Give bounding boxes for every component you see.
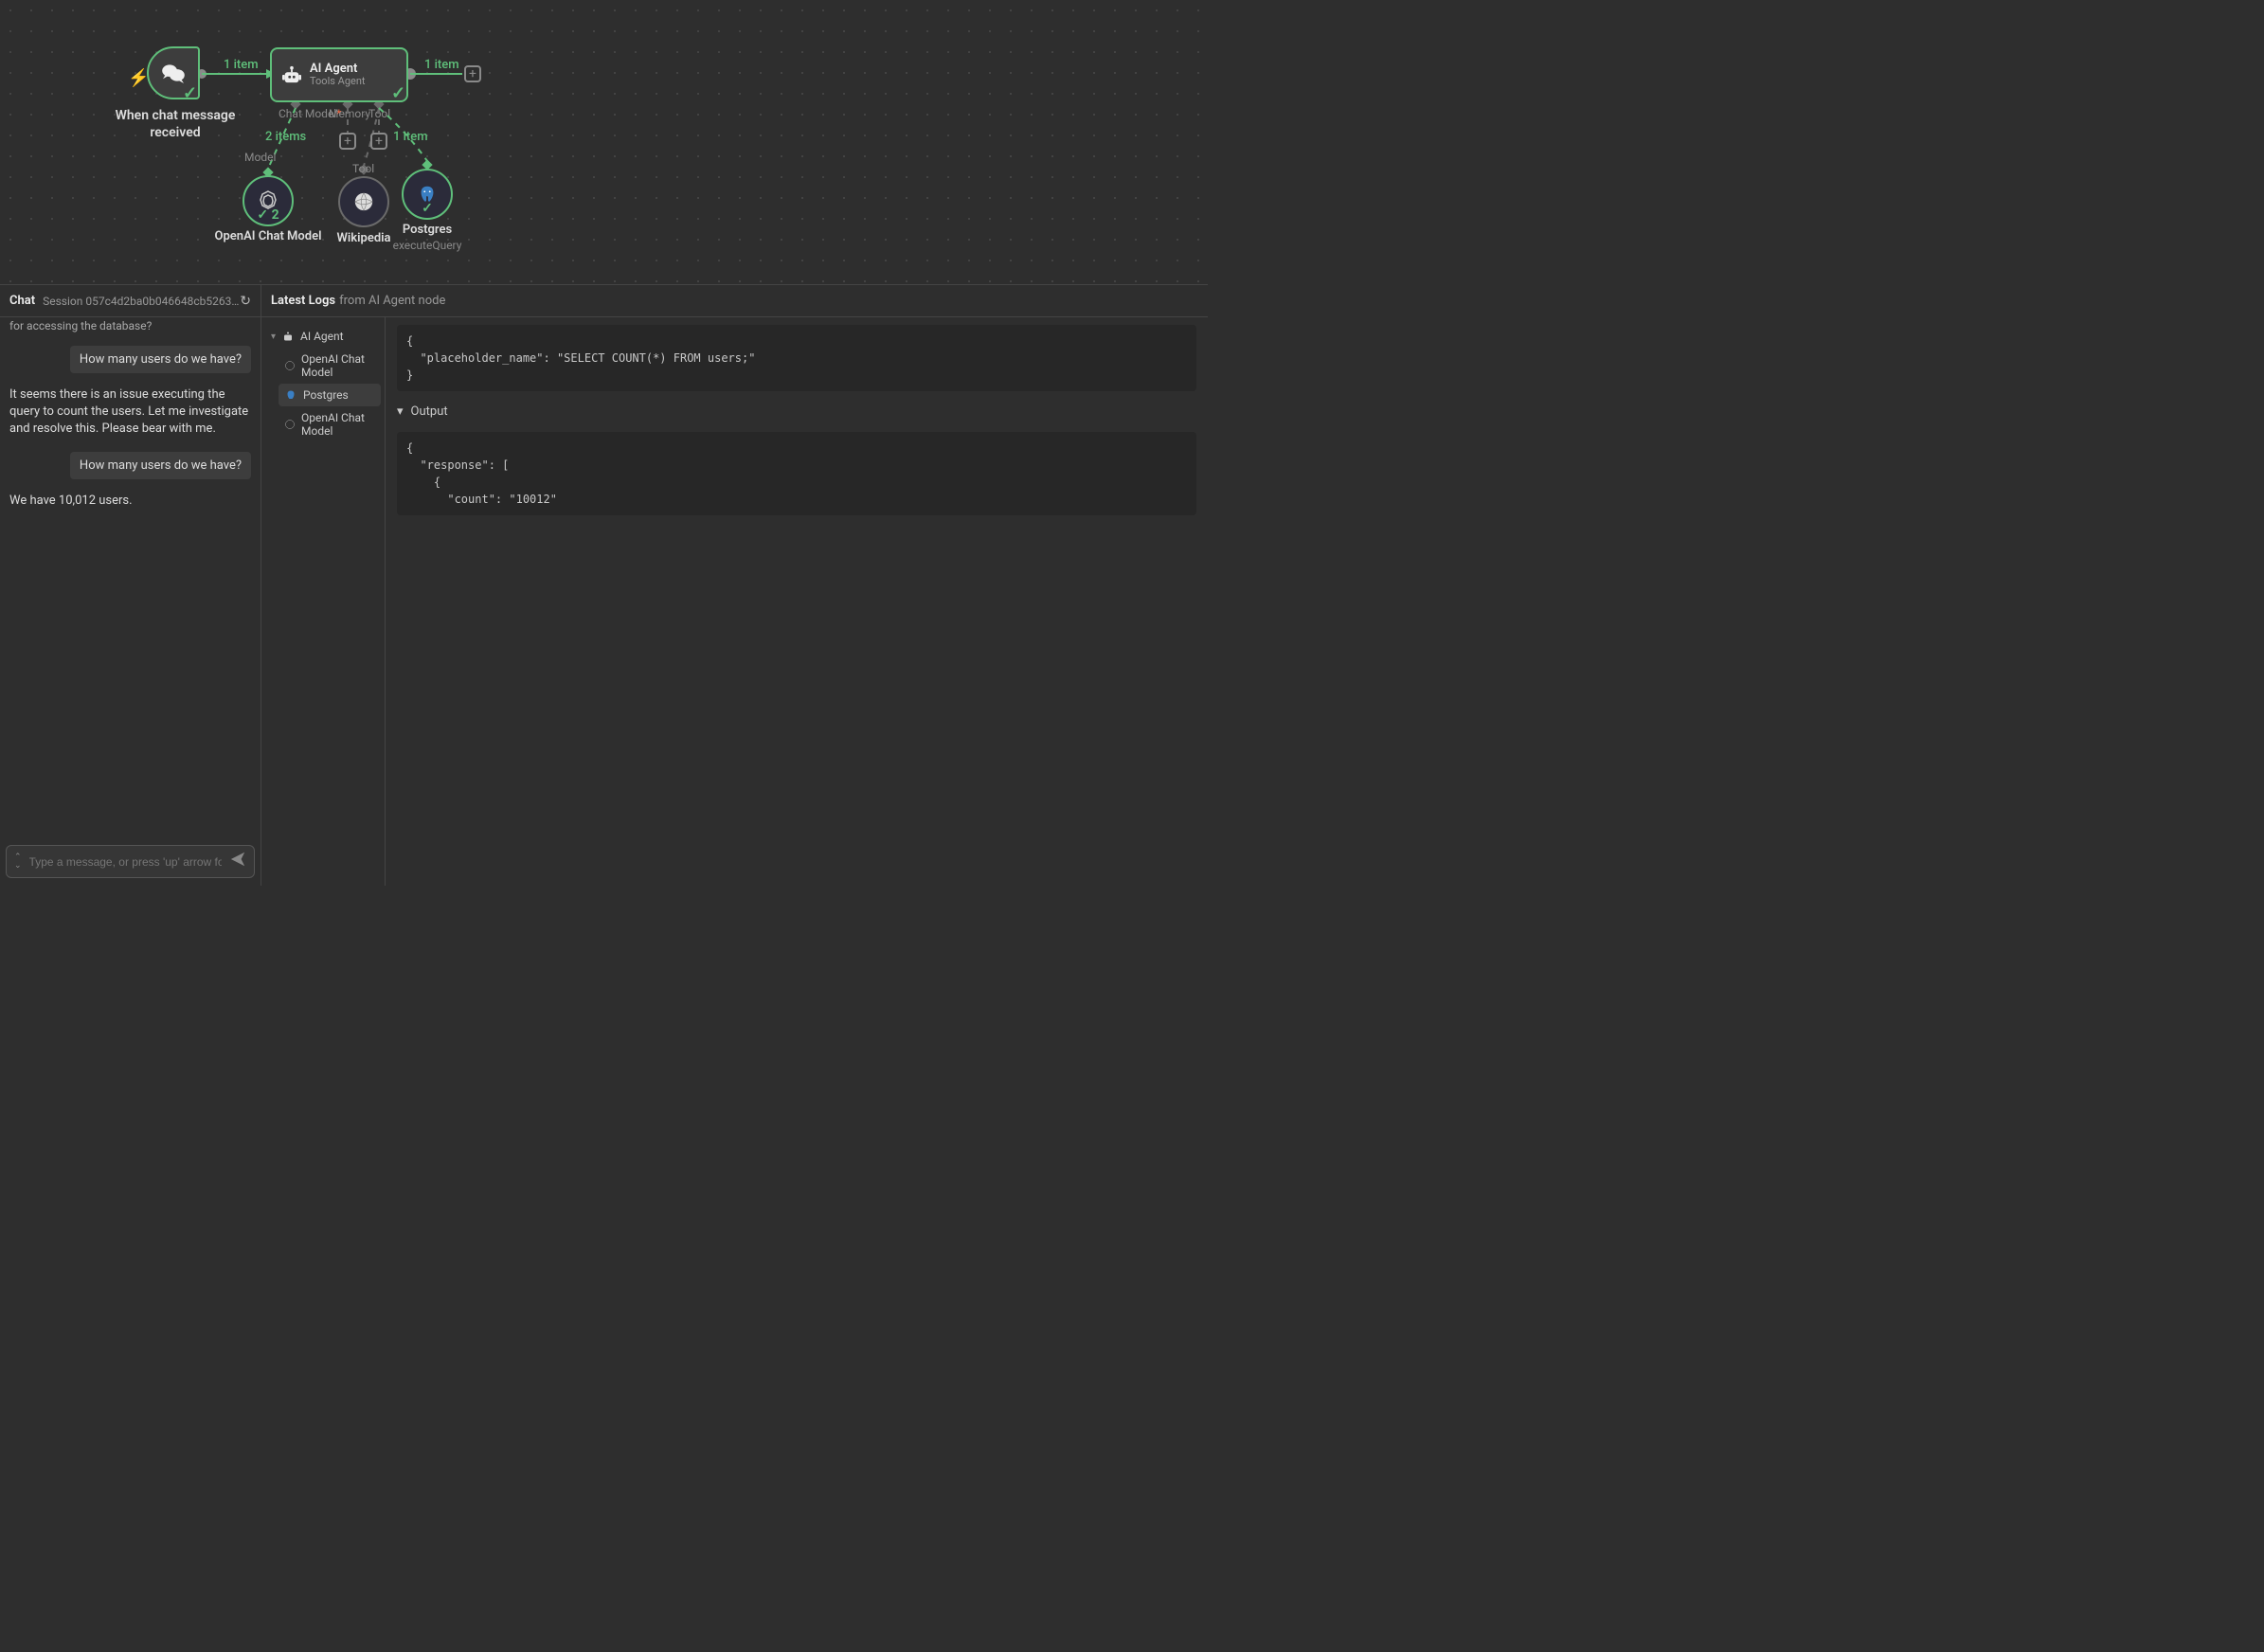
chat-header: Chat Session 057c4d2ba0b046648cb5263088d… (0, 285, 261, 317)
check-icon: ✓ (391, 83, 405, 103)
chevron-down-icon: ▾ (271, 332, 276, 342)
chat-title: Chat (9, 294, 35, 308)
wikipedia-icon (353, 191, 374, 212)
send-button[interactable] (229, 851, 246, 872)
port-label-memory: Memory (329, 107, 370, 120)
agent-title: AI Agent (310, 63, 366, 76)
output-json-block[interactable]: { "response": [ { "count": "10012" (397, 432, 1196, 515)
edge-label-1: 1 item (224, 58, 259, 72)
openai-icon (284, 418, 296, 431)
refresh-session-button[interactable]: ↻ (240, 293, 251, 309)
svg-text:2 items: 2 items (265, 130, 307, 144)
svg-text:1 item: 1 item (393, 130, 428, 144)
check-icon: ✓ 2 (257, 207, 279, 223)
logs-detail: { "placeholder_name": "SELECT COUNT(*) F… (385, 317, 1208, 886)
chat-bubbles-icon (161, 63, 186, 83)
chat-user-message: How many users do we have? (70, 346, 251, 373)
openai-chat-model-node[interactable]: ✓ 2 (243, 175, 294, 226)
chat-messages[interactable]: for accessing the database? How many use… (0, 317, 261, 837)
port-label-chat-model: Chat Model* (279, 107, 341, 120)
wikipedia-node[interactable] (338, 176, 389, 227)
logs-tree: ▾ AI Agent OpenAI Chat Model (261, 317, 385, 886)
chat-input[interactable] (29, 855, 222, 869)
logs-body: ▾ AI Agent OpenAI Chat Model (261, 317, 1208, 886)
postgres-node-label: Postgres executeQuery (342, 223, 512, 255)
chat-agent-message: We have 10,012 users. (9, 493, 251, 510)
robot-icon (281, 330, 295, 343)
history-arrows[interactable]: ⌃ ⌄ (14, 853, 22, 871)
svg-text:Tool: Tool (352, 162, 374, 175)
check-icon: ✓ (183, 83, 197, 103)
tree-item-ai-agent[interactable]: ▾ AI Agent (265, 325, 381, 348)
postgres-icon (284, 388, 297, 402)
add-node-button[interactable]: + (464, 65, 481, 82)
postgres-node[interactable]: ✓ (402, 169, 453, 220)
chat-user-message: How many users do we have? (70, 452, 251, 479)
port-label-tool: Tool (368, 107, 390, 120)
check-icon: ✓ (422, 201, 433, 216)
tree-item-openai-2[interactable]: OpenAI Chat Model (279, 406, 381, 442)
chat-input-container: ⌃ ⌄ (6, 845, 255, 878)
ai-agent-node[interactable]: AI Agent Tools Agent (270, 47, 408, 102)
bottom-panel: Chat Session 057c4d2ba0b046648cb5263088d… (0, 284, 1208, 886)
chat-agent-message: It seems there is an issue executing the… (9, 386, 251, 439)
logs-pane: Latest Logs from AI Agent node ▾ AI Agen… (261, 285, 1208, 886)
tree-item-postgres[interactable]: Postgres (279, 384, 381, 406)
svg-text:Model: Model (244, 151, 276, 164)
tree-item-openai-1[interactable]: OpenAI Chat Model (279, 348, 381, 384)
send-icon (229, 851, 246, 868)
chat-message-cutoff: for accessing the database? (9, 319, 251, 332)
add-tool-button[interactable]: + (370, 133, 387, 150)
agent-subtitle: Tools Agent (310, 76, 366, 87)
openai-icon (284, 359, 296, 372)
output-section-header[interactable]: ▾ Output (397, 404, 1196, 419)
add-memory-button[interactable]: + (339, 133, 356, 150)
logs-header: Latest Logs from AI Agent node (261, 285, 1208, 317)
chevron-down-icon: ⌄ (14, 862, 22, 871)
robot-icon (281, 65, 302, 84)
input-json-block[interactable]: { "placeholder_name": "SELECT COUNT(*) F… (397, 325, 1196, 391)
chevron-down-icon: ▾ (397, 404, 404, 419)
trigger-node-label: When chat message received (90, 107, 261, 141)
chat-pane: Chat Session 057c4d2ba0b046648cb5263088d… (0, 285, 261, 886)
chat-session-id: Session 057c4d2ba0b046648cb5263088d... (43, 295, 240, 308)
edge-label-2: 1 item (424, 58, 459, 72)
